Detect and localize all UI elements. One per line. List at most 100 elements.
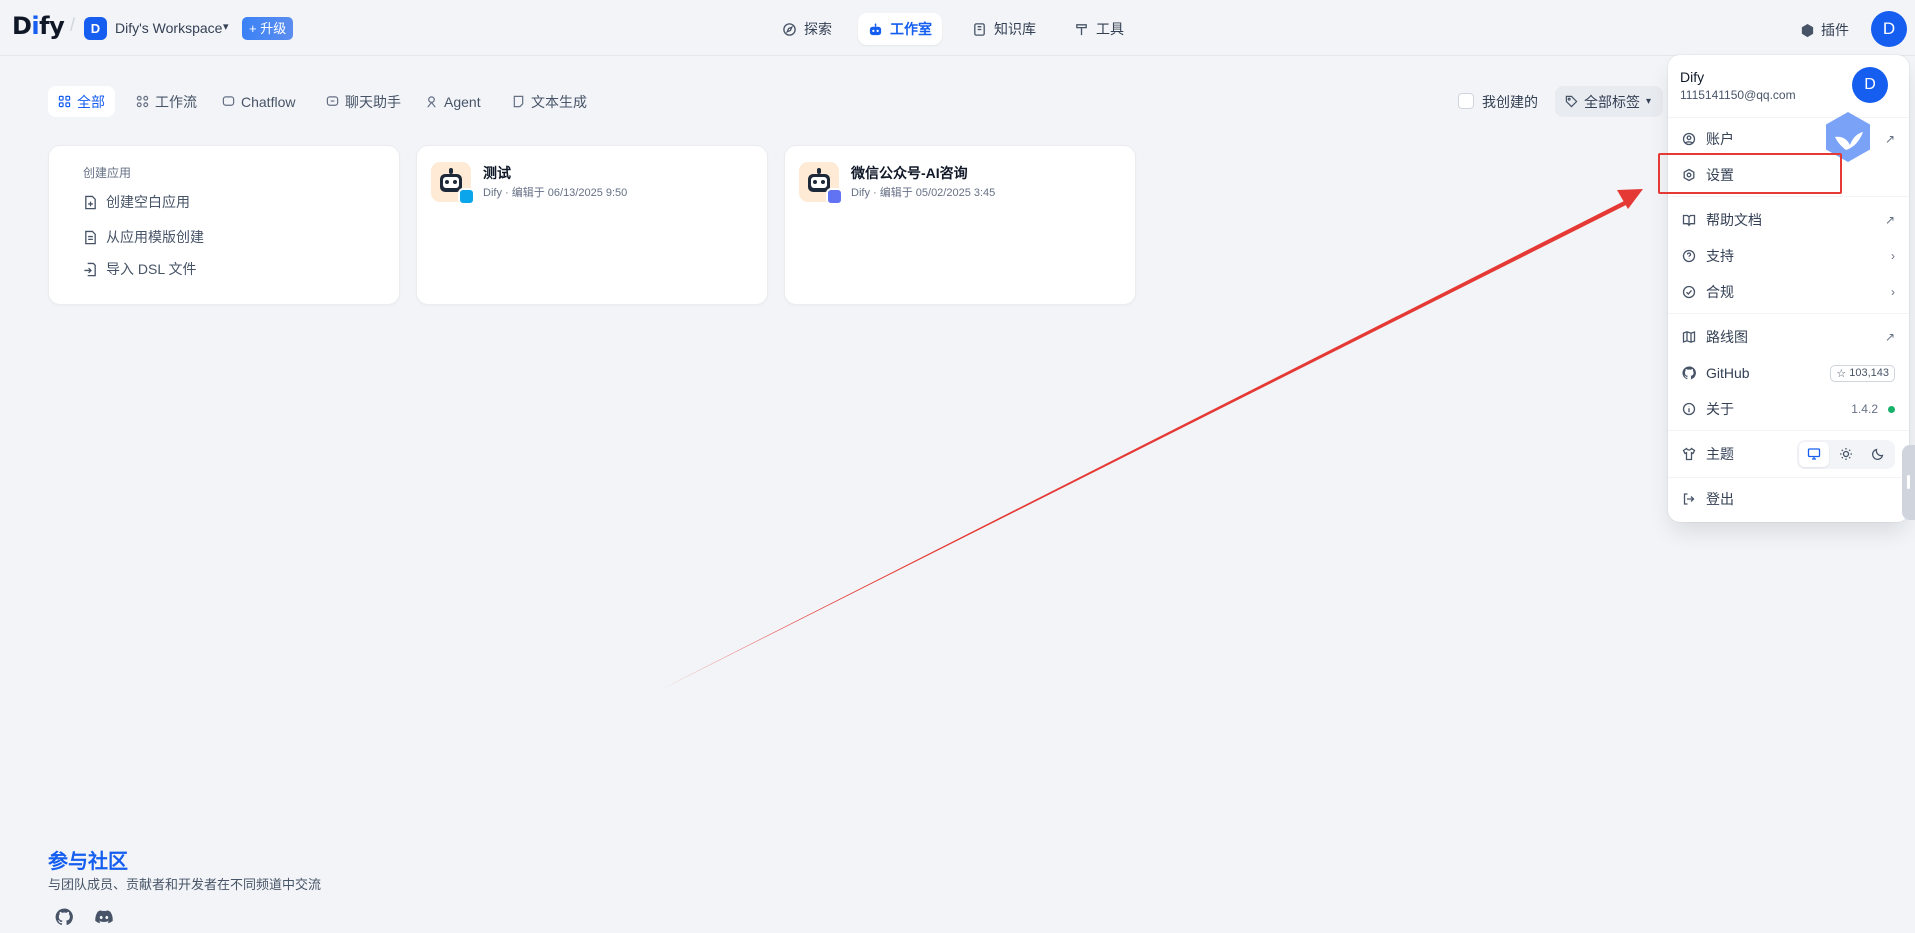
annotation-arrow xyxy=(660,189,1643,690)
menu-theme: 主题 xyxy=(1682,439,1895,469)
agent-icon xyxy=(427,96,436,108)
filter-agent[interactable]: Agent xyxy=(415,86,491,117)
created-by-me-label[interactable]: 我创建的 xyxy=(1482,92,1538,112)
workspace-name[interactable]: Dify's Workspace xyxy=(115,20,222,36)
robot-icon xyxy=(869,22,882,35)
app-card[interactable]: 微信公众号-AI咨询 Dify · 编辑于 05/02/2025 3:45 xyxy=(784,145,1136,305)
file-template-icon xyxy=(85,230,96,244)
tag-filter-dropdown[interactable]: 全部标签 ▾ xyxy=(1555,86,1663,117)
create-app-title: 创建应用 xyxy=(83,166,132,180)
menu-help-docs[interactable]: 帮助文档 ↗ xyxy=(1682,206,1895,234)
chevron-down-icon: ▾ xyxy=(1646,96,1652,107)
menu-compliance[interactable]: 合规 › xyxy=(1682,278,1895,306)
handle-grip-icon xyxy=(1907,475,1910,489)
chevron-down-icon[interactable]: ▾ xyxy=(223,20,229,33)
menu-roadmap[interactable]: 路线图 ↗ xyxy=(1682,323,1895,351)
tag-icon xyxy=(1565,95,1578,108)
menu-github[interactable]: GitHub ☆ 103,143 xyxy=(1682,359,1895,387)
create-app-card: 创建应用 创建空白应用 从应用模版创建 导入 DSL 文件 xyxy=(48,145,400,305)
theme-dark-button[interactable] xyxy=(1863,442,1893,467)
nav-studio[interactable]: 工作室 xyxy=(858,13,942,45)
filter-chat-assistant[interactable]: 聊天助手 xyxy=(316,86,411,117)
compass-icon xyxy=(783,22,796,36)
menu-divider xyxy=(1668,196,1909,197)
book-icon xyxy=(974,22,985,36)
annotation-highlight-box xyxy=(1658,153,1842,194)
workflow-icon xyxy=(136,95,149,108)
discord-icon[interactable] xyxy=(95,908,113,926)
dify-logo[interactable]: Dify xyxy=(12,12,65,40)
github-stars-count: 103,143 xyxy=(1849,367,1889,379)
workspace-avatar[interactable]: D xyxy=(84,17,107,40)
version-number: 1.4.2 xyxy=(1851,402,1878,416)
menu-github-label: GitHub xyxy=(1706,365,1750,381)
user-avatar[interactable]: D xyxy=(1871,11,1907,47)
theme-switcher xyxy=(1797,439,1895,469)
menu-help-docs-label: 帮助文档 xyxy=(1706,212,1762,228)
chat-bubble-icon xyxy=(222,96,235,106)
upgrade-button[interactable]: + 升级 xyxy=(242,17,294,40)
note-icon xyxy=(513,95,524,108)
plugins-button[interactable]: 插件 xyxy=(1800,20,1849,40)
filter-chatflow[interactable]: Chatflow xyxy=(212,86,305,117)
filter-text-generation-label: 文本生成 xyxy=(531,93,587,110)
menu-support[interactable]: 支持 › xyxy=(1682,242,1895,270)
github-stars: ☆ 103,143 xyxy=(1830,364,1895,382)
status-dot xyxy=(1888,405,1895,413)
monitor-icon xyxy=(1807,448,1821,460)
menu-logout[interactable]: 登出 xyxy=(1682,485,1895,513)
header-separator: / xyxy=(70,15,76,35)
create-blank-app-button[interactable]: 创建空白应用 xyxy=(83,192,190,212)
chevron-right-icon: › xyxy=(1891,285,1895,299)
shirt-icon xyxy=(1682,447,1696,461)
nav-knowledge[interactable]: 知识库 xyxy=(962,13,1046,45)
file-import-icon xyxy=(84,262,96,276)
filter-all[interactable]: 全部 xyxy=(48,86,115,117)
grid-icon xyxy=(58,95,71,108)
map-icon xyxy=(1682,331,1696,343)
nav-explore[interactable]: 探索 xyxy=(772,13,842,45)
menu-compliance-label: 合规 xyxy=(1706,284,1734,300)
nav-knowledge-label: 知识库 xyxy=(994,21,1036,37)
file-plus-icon xyxy=(85,195,96,209)
open-book-icon xyxy=(1682,214,1696,227)
theme-light-button[interactable] xyxy=(1831,442,1861,467)
github-icon[interactable] xyxy=(55,908,73,926)
nav-tools[interactable]: 工具 xyxy=(1064,13,1134,45)
github-icon xyxy=(1682,366,1696,380)
create-from-template-button[interactable]: 从应用模版创建 xyxy=(83,227,204,247)
filter-all-label: 全部 xyxy=(77,93,105,110)
menu-divider xyxy=(1668,430,1909,431)
info-circle-icon xyxy=(1682,402,1696,416)
menu-about[interactable]: 关于 1.4.2 xyxy=(1682,395,1895,423)
sun-icon xyxy=(1840,448,1852,460)
menu-roadmap-label: 路线图 xyxy=(1706,329,1748,345)
check-circle-icon xyxy=(1682,285,1696,299)
menu-account[interactable]: 账户 ↗ xyxy=(1682,125,1895,153)
community-title: 参与社区 xyxy=(48,851,128,873)
import-dsl-label: 导入 DSL 文件 xyxy=(106,261,197,277)
created-by-me-checkbox[interactable] xyxy=(1458,93,1474,109)
theme-system-button[interactable] xyxy=(1799,441,1829,467)
menu-theme-label: 主题 xyxy=(1706,446,1734,462)
menu-support-label: 支持 xyxy=(1706,248,1734,264)
external-link-icon: ↗ xyxy=(1884,132,1895,146)
side-drawer-handle[interactable] xyxy=(1902,445,1915,520)
hammer-icon xyxy=(1076,23,1087,35)
nav-tools-label: 工具 xyxy=(1096,21,1124,37)
chat-badge-icon xyxy=(458,188,475,205)
nav-studio-label: 工作室 xyxy=(890,21,932,37)
github-stars-badge: ☆ 103,143 xyxy=(1830,364,1895,382)
menu-avatar: D xyxy=(1852,67,1888,103)
cube-icon xyxy=(1801,23,1814,37)
app-card[interactable]: 测试 Dify · 编辑于 06/13/2025 9:50 xyxy=(416,145,768,305)
create-from-template-label: 从应用模版创建 xyxy=(106,229,204,245)
star-icon: ☆ xyxy=(1836,367,1847,380)
menu-divider xyxy=(1668,477,1909,478)
import-dsl-button[interactable]: 导入 DSL 文件 xyxy=(83,259,197,279)
filter-workflow[interactable]: 工作流 xyxy=(126,86,207,117)
community-subtitle: 与团队成员、贡献者和开发者在不同频道中交流 xyxy=(48,877,322,892)
chevron-right-icon: › xyxy=(1891,249,1895,263)
filter-text-generation[interactable]: 文本生成 xyxy=(502,86,597,117)
moon-icon xyxy=(1871,448,1884,461)
